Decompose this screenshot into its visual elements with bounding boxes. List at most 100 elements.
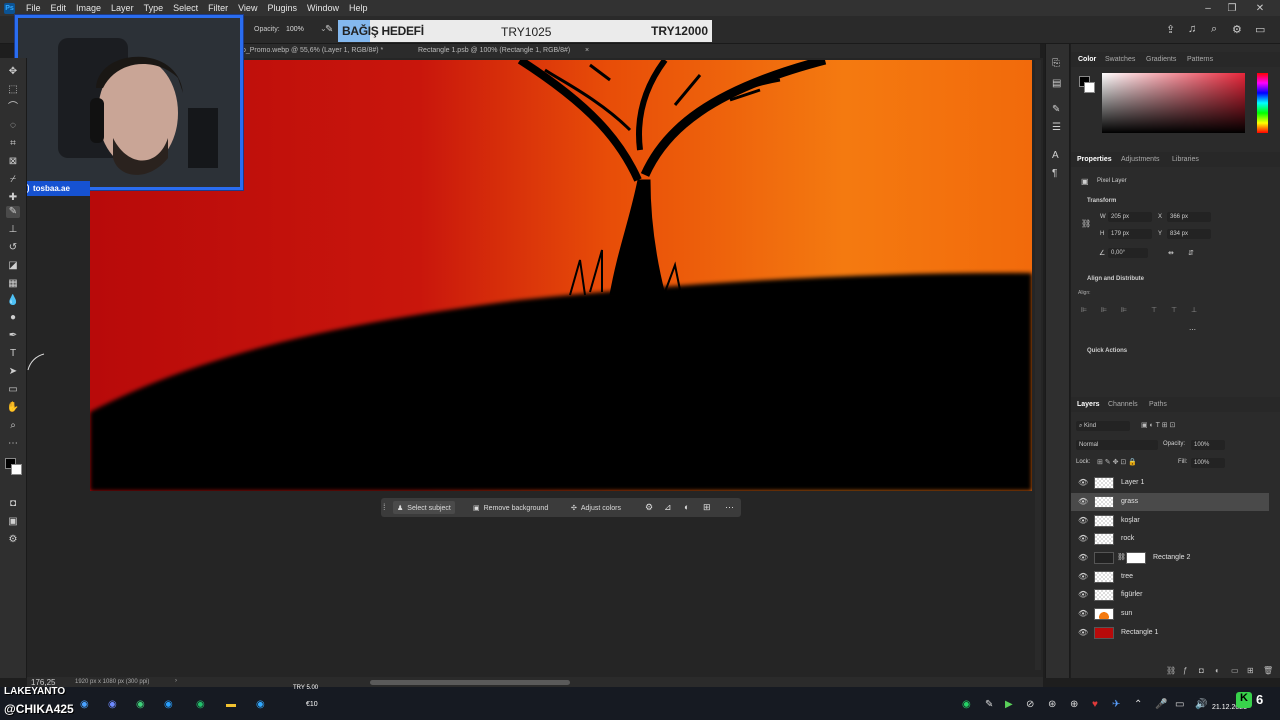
pen-tool-icon[interactable]: ✒ [6,330,20,342]
tab-adjustments[interactable]: Adjustments [1121,156,1160,163]
crop-tool-icon[interactable]: ⌗ [6,138,20,150]
close-window-icon[interactable]: ✕ [1248,0,1272,16]
app-icon[interactable]: ◉ [256,699,265,710]
tab-properties[interactable]: Properties [1077,156,1112,163]
airbrush-icon[interactable]: ✎ [325,24,333,35]
menu-image[interactable]: Image [71,3,106,13]
align-top-icon[interactable]: ⊤ [1151,306,1157,314]
app-icon[interactable]: ▬ [226,699,236,710]
width-field[interactable]: 205 px [1108,212,1152,222]
eye-icon[interactable]: 👁 [1078,572,1088,581]
new-group-icon[interactable]: ▭ [1231,666,1239,675]
lasso-tool-icon[interactable]: ⌒ [6,102,20,114]
more-tools-icon[interactable]: ⋯ [6,438,20,450]
layer-adjust-icon[interactable]: ⊞ [703,502,711,513]
quick-mask-icon[interactable]: ◘ [6,498,20,510]
app-icon[interactable]: ◉ [136,699,145,710]
paragraph-icon[interactable]: ¶ [1052,168,1057,179]
remove-background-button[interactable]: ▣ Remove background [469,501,552,514]
menu-filter[interactable]: Filter [203,3,233,13]
fx-icon[interactable]: ƒ [1183,666,1187,675]
healing-brush-icon[interactable]: ✚ [6,192,20,204]
move-tool-icon[interactable]: ✥ [6,66,20,78]
filter-icons[interactable]: ▣ ◐ T ⊞ ⊡ [1141,421,1175,429]
tab-channels[interactable]: Channels [1108,401,1138,408]
layer-row[interactable]: 👁 Layer 1 [1071,474,1269,492]
horizontal-scrollbar[interactable] [370,680,570,685]
menu-layer[interactable]: Layer [106,3,139,13]
hue-slider[interactable] [1257,73,1268,133]
quick-actions-title[interactable]: Quick Actions [1087,348,1127,354]
align-center-icon[interactable]: ⊫ [1101,306,1107,314]
tray-icon[interactable]: ♥ [1092,699,1098,710]
eraser-icon[interactable]: ◪ [6,260,20,272]
app-icon[interactable]: ◉ [80,699,89,710]
new-layer-icon[interactable]: ⊞ [1247,666,1254,675]
whatsapp-icon[interactable]: ◉ [962,699,971,710]
marquee-tool-icon[interactable]: ⬚ [6,84,20,96]
eye-icon[interactable]: 👁 [1078,497,1088,506]
chevron-up-icon[interactable]: ⌃ [1134,699,1142,710]
settings-icon[interactable]: ⚙ [645,502,653,513]
more-options-icon[interactable]: ⋯ [725,502,734,513]
transform-icon[interactable]: ⊿ [664,502,672,513]
app-icon[interactable]: ◉ [164,699,173,710]
layer-row[interactable]: 👁 ⛓ Rectangle 2 [1071,549,1269,567]
layer-row[interactable]: 👁 rock [1071,530,1269,548]
color-background[interactable] [1084,82,1095,93]
align-right-icon[interactable]: ⊫ [1121,306,1127,314]
layer-row[interactable]: 👁 grass [1071,493,1269,511]
flip-horizontal-icon[interactable]: ⇹ [1168,249,1174,257]
blend-mode-select[interactable]: Normal [1076,440,1158,450]
menu-view[interactable]: View [233,3,262,13]
fill-field[interactable]: 100% [1191,458,1225,468]
link-icon[interactable]: ⛓ [1081,219,1091,228]
delete-layer-icon[interactable]: 🗑 [1263,666,1273,675]
screen-mode-icon[interactable]: ▣ [6,516,20,528]
menu-window[interactable]: Window [302,3,344,13]
blur-tool-icon[interactable]: 💧 [6,295,20,307]
network-icon[interactable]: ▭ [1175,699,1184,710]
layer-row[interactable]: 👁 Rectangle 1 [1071,624,1269,642]
menu-file[interactable]: File [21,3,46,13]
contrast-icon[interactable]: ◐ [684,502,689,512]
quick-select-icon[interactable]: ◌ [6,120,20,132]
height-field[interactable]: 179 px [1108,229,1152,239]
align-middle-icon[interactable]: ⊤ [1171,306,1177,314]
eye-icon[interactable]: 👁 [1078,478,1088,487]
tray-icon[interactable]: ⊛ [1048,699,1056,710]
minimize-icon[interactable]: – [1196,0,1220,16]
color-picker-field[interactable] [1102,73,1245,133]
menu-select[interactable]: Select [168,3,203,13]
align-title[interactable]: Align and Distribute [1087,276,1144,282]
app-icon[interactable]: ◉ [196,699,205,710]
vertical-scrollbar[interactable] [1035,60,1041,670]
tray-icon[interactable]: ▶ [1005,699,1013,710]
tray-icon[interactable]: ✈ [1112,699,1120,710]
microphone-icon[interactable]: 🎤 [1155,699,1167,710]
menu-help[interactable]: Help [344,3,373,13]
speaker-icon[interactable]: 🔊 [1195,699,1207,710]
path-select-icon[interactable]: ➤ [6,366,20,378]
bell-icon[interactable]: ♫ [1188,23,1196,35]
search-icon[interactable]: ⌕ [1211,23,1217,36]
close-tab-icon[interactable]: × [585,47,589,54]
menu-plugins[interactable]: Plugins [262,3,302,13]
tab-gradients[interactable]: Gradients [1146,56,1176,63]
comments-icon[interactable]: ▤ [1052,78,1061,89]
layer-row[interactable]: 👁 koşlar [1071,512,1269,530]
character-icon[interactable]: A [1052,150,1059,161]
angle-field[interactable]: 0,00° [1108,248,1148,258]
dodge-tool-icon[interactable]: ● [6,312,20,324]
workspace-icon[interactable]: ▭ [1255,23,1265,36]
eye-icon[interactable]: 👁 [1078,553,1088,562]
menu-type[interactable]: Type [139,3,169,13]
layer-opacity-field[interactable]: 100% [1191,440,1225,450]
layer-row[interactable]: 👁 tree [1071,568,1269,586]
share-icon[interactable]: ⇪ [1166,23,1175,36]
tab-color[interactable]: Color [1078,56,1096,63]
kind-filter[interactable]: ⌕ Kind [1076,421,1130,431]
history-icon[interactable]: ⎘ [1052,58,1060,69]
type-tool-icon[interactable]: T [6,348,20,360]
tab-swatches[interactable]: Swatches [1105,56,1135,63]
